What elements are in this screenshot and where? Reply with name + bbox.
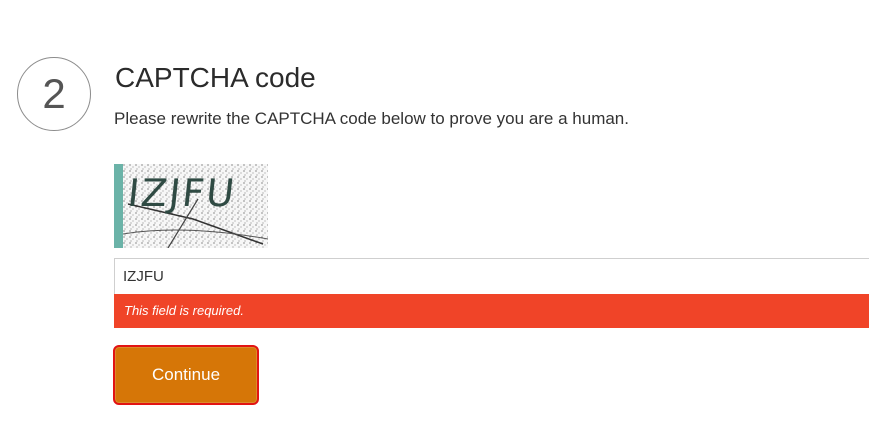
captcha-container: IZJFU [114, 164, 269, 249]
captcha-step-page: 2 CAPTCHA code Please rewrite the CAPTCH… [0, 0, 869, 441]
captcha-error-message: This field is required. [114, 294, 869, 328]
step-title: CAPTCHA code [115, 62, 316, 93]
captcha-image: IZJFU [122, 164, 269, 249]
captcha-input[interactable] [114, 258, 869, 294]
continue-button[interactable]: Continue [113, 345, 259, 405]
captcha-accent-bar [114, 164, 123, 248]
captcha-field-group: This field is required. [114, 258, 869, 328]
step-instructions: Please rewrite the CAPTCHA code below to… [114, 109, 629, 128]
step-number: 2 [42, 70, 66, 117]
step-number-badge: 2 [17, 57, 91, 131]
captcha-glyphs: IZJFU [126, 171, 239, 215]
